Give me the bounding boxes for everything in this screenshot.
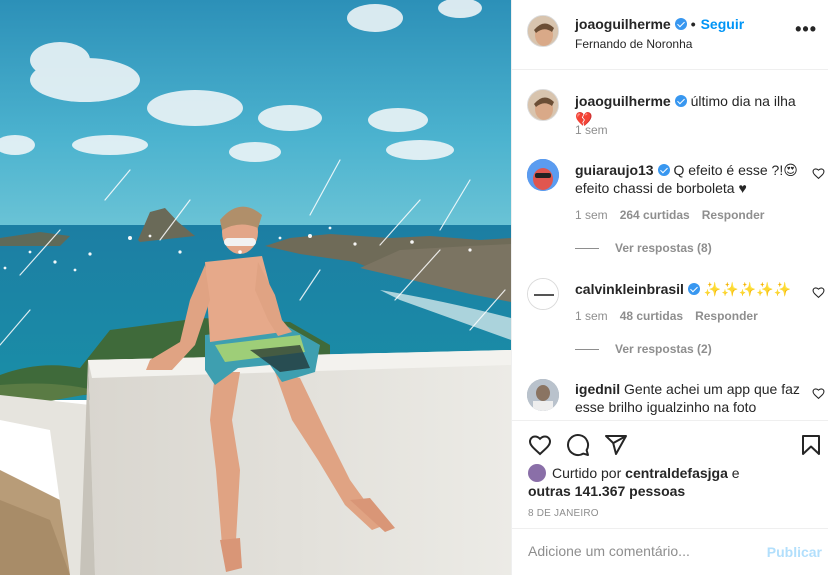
reply-button[interactable]: Responder: [695, 309, 758, 323]
header-user-line: joaoguilherme • Seguir: [575, 16, 744, 32]
post-header: joaoguilherme • Seguir Fernando de Noronha…: [512, 0, 828, 70]
caption-username[interactable]: joaoguilherme: [575, 93, 671, 109]
author-avatar[interactable]: [527, 15, 559, 47]
liked-by-prefix: Curtido por: [552, 465, 626, 481]
verified-badge-icon: [687, 283, 700, 295]
heart-icon[interactable]: [812, 387, 825, 400]
post-date[interactable]: 8 DE JANEIRO: [528, 508, 599, 519]
liker-username[interactable]: centraldefasjga: [625, 465, 728, 481]
post-location[interactable]: Fernando de Noronha: [575, 37, 692, 51]
share-icon[interactable]: [604, 433, 628, 457]
instagram-post: joaoguilherme • Seguir Fernando de Noronha…: [0, 0, 828, 575]
commenter-avatar[interactable]: [527, 379, 559, 411]
author-avatar[interactable]: [527, 89, 559, 121]
heart-icon[interactable]: [812, 167, 825, 180]
comment-username[interactable]: igednil: [575, 381, 620, 397]
comment-text: guiaraujo13 Q efeito é esse ?!😍 efeito c…: [575, 161, 800, 197]
comment-time[interactable]: 1 sem: [575, 309, 608, 323]
comment-username[interactable]: guiaraujo13: [575, 162, 654, 178]
caption-time[interactable]: 1 sem: [575, 123, 608, 137]
comment-username[interactable]: calvinkleinbrasil: [575, 281, 684, 297]
heart-icon[interactable]: [528, 433, 552, 457]
post-actions: Curtido por centraldefasjga e outras 141…: [512, 420, 828, 528]
bookmark-icon[interactable]: [799, 433, 823, 457]
comment-meta: 1 sem 264 curtidas Responder: [575, 208, 776, 222]
verified-badge-icon: [657, 164, 670, 176]
verified-badge-icon: [674, 95, 687, 107]
commenter-avatar[interactable]: [527, 278, 559, 310]
liker-avatar[interactable]: [528, 464, 546, 482]
liked-by-middle: e: [727, 465, 740, 481]
post-sidebar: joaoguilherme • Seguir Fernando de Noronha…: [511, 0, 828, 575]
caption-meta: 1 sem: [575, 123, 620, 137]
comment-body: ✨✨✨✨✨: [699, 281, 792, 297]
view-replies-button[interactable]: Ver respostas (2): [575, 342, 712, 356]
comment-likes[interactable]: 264 curtidas: [620, 208, 690, 222]
verified-badge-icon: [674, 18, 687, 30]
comment-time[interactable]: 1 sem: [575, 208, 608, 222]
comment-input[interactable]: [528, 543, 748, 559]
comment-icon[interactable]: [566, 433, 590, 457]
reply-button[interactable]: Responder: [702, 208, 765, 222]
view-replies-button[interactable]: Ver respostas (8): [575, 241, 712, 255]
commenter-avatar[interactable]: [527, 159, 559, 191]
publish-button[interactable]: Publicar: [767, 544, 822, 560]
liked-by-line: Curtido por centraldefasjga e outras 141…: [528, 464, 808, 500]
more-options-icon[interactable]: •••: [795, 20, 817, 38]
heart-icon[interactable]: [812, 286, 825, 299]
follow-button[interactable]: Seguir: [701, 16, 745, 32]
separator-dot: •: [690, 16, 696, 32]
author-username[interactable]: joaoguilherme: [575, 16, 671, 32]
post-photo[interactable]: [0, 0, 511, 575]
comment-text: calvinkleinbrasil ✨✨✨✨✨: [575, 280, 800, 298]
comments-list[interactable]: joaoguilherme último dia na ilha 💔 1 sem…: [512, 71, 828, 420]
comment-likes[interactable]: 48 curtidas: [620, 309, 683, 323]
comment-meta: 1 sem 48 curtidas Responder: [575, 309, 770, 323]
comment-text: igednil Gente achei um app que faz esse …: [575, 380, 800, 416]
add-comment-bar: Publicar: [512, 528, 828, 575]
likes-count[interactable]: outras 141.367 pessoas: [528, 483, 685, 499]
